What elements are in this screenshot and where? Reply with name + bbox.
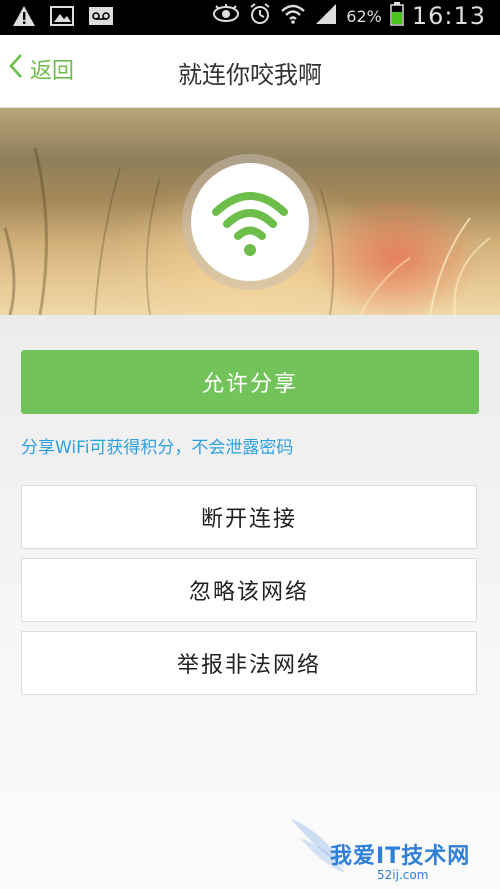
- watermark-text: 我爱IT技术网: [330, 844, 471, 869]
- wifi-badge: [191, 163, 309, 281]
- eye-icon: [212, 3, 240, 29]
- wifi-icon: [280, 2, 306, 30]
- voicemail-icon: [88, 5, 114, 31]
- watermark-sub: 52ij.com: [377, 868, 429, 882]
- share-hint: 分享WiFi可获得积分，不会泄露密码: [21, 438, 294, 458]
- alarm-icon: [248, 2, 272, 30]
- notification-icons: [12, 5, 114, 31]
- ignore-network-button[interactable]: 忽略该网络: [21, 558, 477, 622]
- watermark: 我爱IT技术网 52ij.com: [285, 808, 495, 888]
- content-area: 允许分享 分享WiFi可获得积分，不会泄露密码 断开连接 忽略该网络 举报非法网…: [0, 315, 500, 889]
- clock: 16:13: [411, 2, 486, 30]
- warning-icon: [12, 5, 36, 31]
- wifi-icon: [212, 192, 288, 256]
- battery-percent: 62%: [346, 6, 382, 26]
- image-icon: [50, 5, 74, 31]
- status-bar: 62% 16:13: [0, 0, 500, 35]
- disconnect-button[interactable]: 断开连接: [21, 485, 477, 549]
- system-icons: 62% 16:13: [212, 2, 486, 30]
- report-network-button[interactable]: 举报非法网络: [21, 631, 477, 695]
- nav-bar: 返回 就连你咬我啊: [0, 35, 500, 108]
- allow-share-button[interactable]: 允许分享: [21, 350, 479, 414]
- page-title: 就连你咬我啊: [178, 61, 322, 89]
- signal-icon: [314, 3, 338, 29]
- battery-icon: [390, 2, 404, 30]
